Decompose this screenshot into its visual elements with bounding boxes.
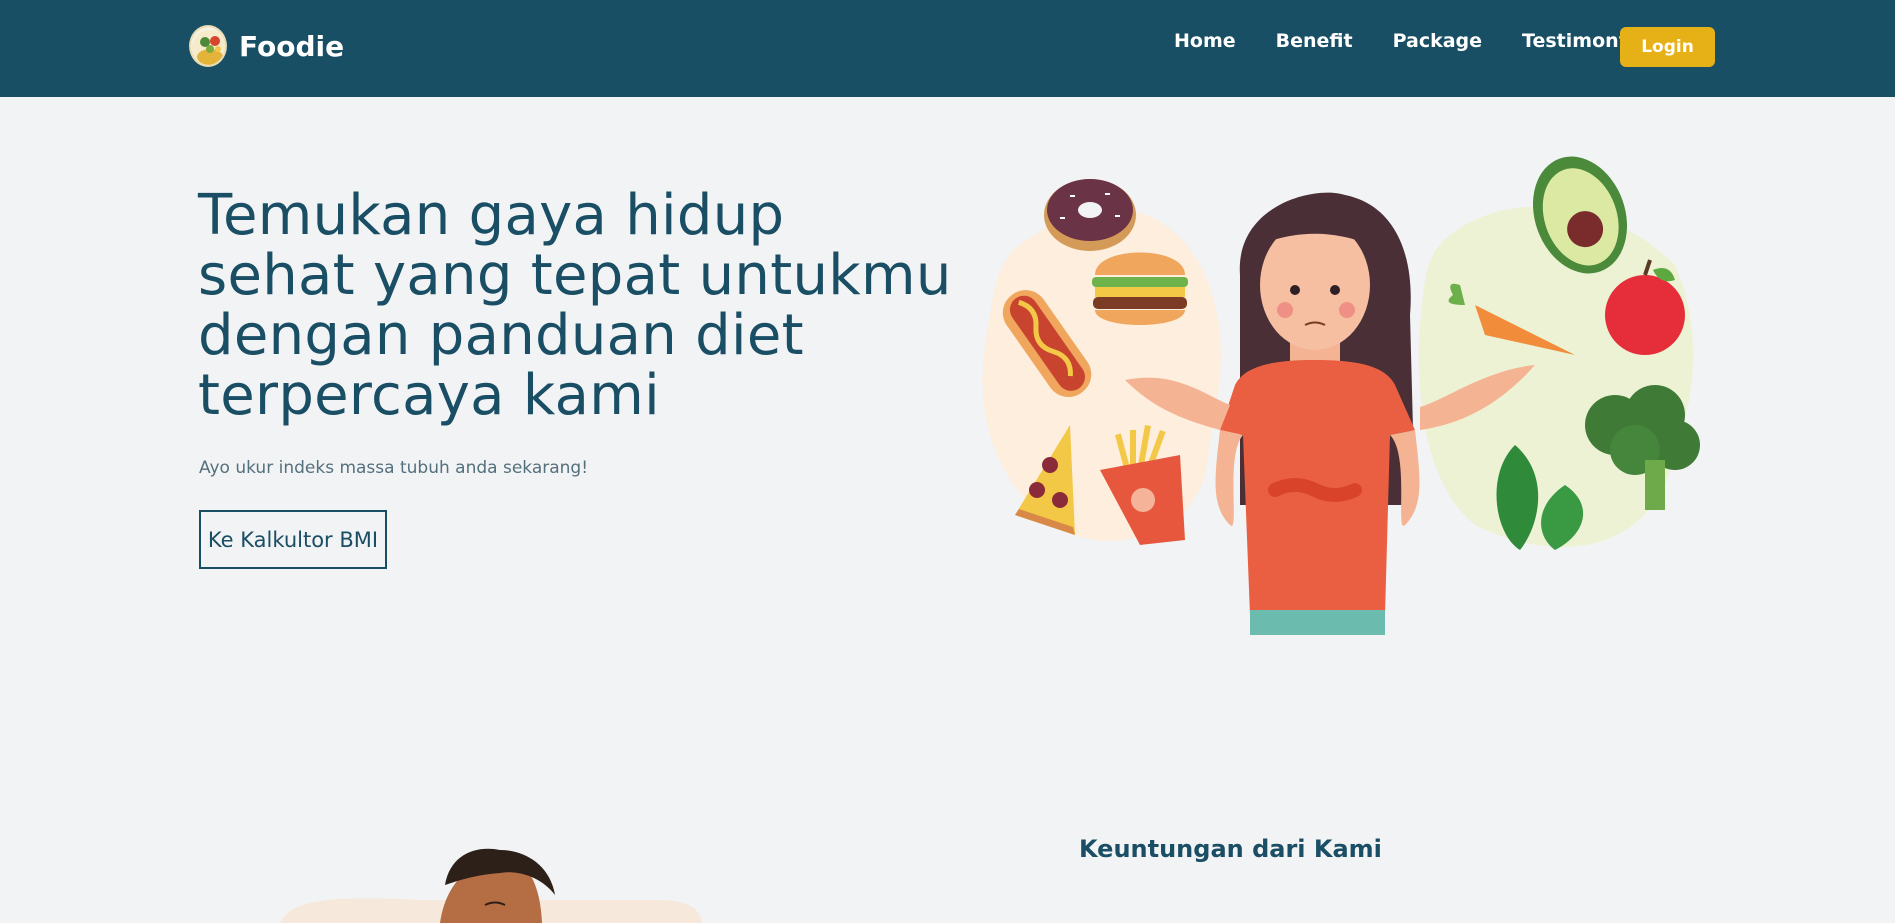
nav-link-benefit[interactable]: Benefit xyxy=(1276,30,1353,52)
junkfood-blob xyxy=(982,207,1221,541)
main-nav: Home Benefit Package Testimony xyxy=(1174,30,1631,52)
nav-link-testimony[interactable]: Testimony xyxy=(1522,30,1631,52)
nav-link-package[interactable]: Package xyxy=(1393,30,1482,52)
salad-bowl-logo-icon xyxy=(189,25,227,67)
nav-link-home[interactable]: Home xyxy=(1174,30,1236,52)
brand-name: Foodie xyxy=(239,29,345,63)
hero-title: Temukan gaya hidup sehat yang tepat untu… xyxy=(198,183,952,428)
bmi-calculator-button[interactable]: Ke Kalkultor BMI xyxy=(199,510,387,569)
benefit-illustration xyxy=(270,845,710,923)
burger-icon xyxy=(1092,252,1188,325)
navbar: Foodie Home Benefit Package Testimony Lo… xyxy=(0,0,1895,97)
donut-icon xyxy=(1044,179,1136,251)
hero-illustration xyxy=(975,145,1705,635)
benefit-title: Keuntungan dari Kami xyxy=(1079,835,1382,863)
login-button[interactable]: Login xyxy=(1620,27,1715,67)
brand[interactable]: Foodie xyxy=(189,25,344,67)
hero-subtitle: Ayo ukur indeks massa tubuh anda sekaran… xyxy=(199,458,589,478)
